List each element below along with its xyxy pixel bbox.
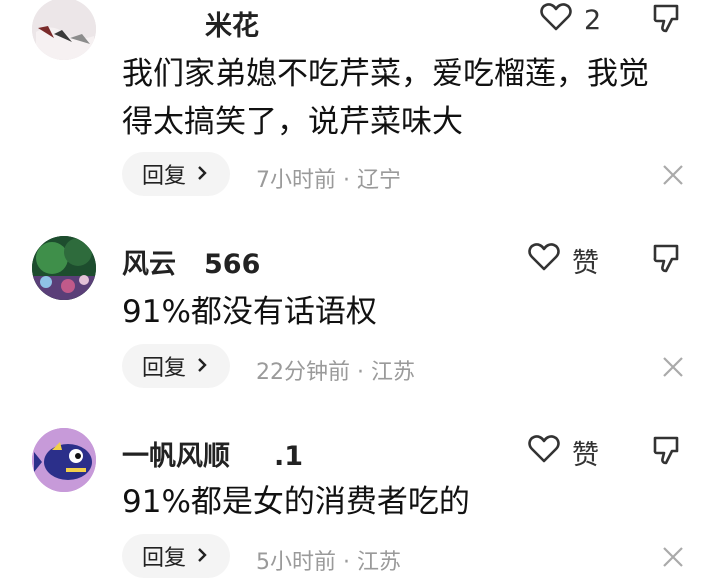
reply-label: 回复 [142,164,187,189]
comment-text-line: 91%都没有话语权 [122,294,377,330]
chevron-right-icon [196,544,208,569]
like-count: 2 [584,4,602,36]
username[interactable]: 风云 566 [122,242,260,281]
thumbs-down-icon [652,242,684,278]
location: 江苏 [357,550,402,575]
avatar-image [32,236,96,300]
heart-outline-icon [528,242,560,279]
reply-label: 回复 [142,546,187,571]
comment-text: 91%都是女的消费者吃的 [122,478,682,526]
comment-text: 我们家弟媳不吃芹菜，爱吃榴莲，我觉 得太搞笑了，说芹菜味大 [122,50,682,146]
reply-button[interactable]: 回复 [122,534,231,578]
comment-list: 米花 2 我们家弟媳不吃芹菜，爱吃榴莲，我觉 得太搞笑了，说芹菜味大 回复 7小… [0,0,720,578]
dislike-button[interactable] [650,0,686,40]
location: 辽宁 [357,168,402,193]
chevron-right-icon [196,354,208,379]
comment-meta: 22分钟前 · 江苏 [256,354,415,386]
thumbs-down-icon [652,2,684,38]
comment-text-line: 我们家弟媳不吃芹菜，爱吃榴莲，我觉 [122,56,649,92]
comment-item: 米花 2 我们家弟媳不吃芹菜，爱吃榴莲，我觉 得太搞笑了，说芹菜味大 回复 7小… [0,0,720,200]
separator: · [343,550,350,575]
comment-item: 一帆风顺 .1 赞 91%都是女的消费者吃的 回复 5小时前 · 江苏 [0,424,720,578]
separator: · [343,168,350,193]
comment-item: 风云 566 赞 91%都没有话语权 回复 22分钟前 · 江苏 [0,232,720,402]
username-name: 风云 [122,249,176,280]
avatar[interactable] [32,236,96,300]
avatar-image [32,428,96,492]
username[interactable]: 米花 [205,4,259,43]
comment-text-line: 得太搞笑了，说芹菜味大 [122,104,463,140]
chevron-right-icon [196,162,208,187]
heart-outline-icon [528,434,560,471]
comment-text-line: 91%都是女的消费者吃的 [122,484,470,520]
close-icon[interactable] [660,162,686,188]
comment-text: 91%都没有话语权 [122,288,682,336]
location: 江苏 [371,360,416,385]
reply-button[interactable]: 回复 [122,344,231,388]
like-button[interactable]: 赞 [528,432,599,472]
comment-meta: 5小时前 · 江苏 [256,544,401,576]
dislike-button[interactable] [650,432,686,472]
close-icon[interactable] [660,354,686,380]
timestamp: 22分钟前 [256,360,350,385]
avatar[interactable] [32,0,96,60]
username-name: 一帆风顺 [122,441,230,472]
timestamp: 5小时前 [256,550,336,575]
like-label: 赞 [572,439,599,471]
reply-label: 回复 [142,356,187,381]
comment-meta: 7小时前 · 辽宁 [256,162,401,194]
like-button[interactable]: 赞 [528,240,599,280]
like-button[interactable]: 2 [540,0,601,40]
avatar-image [32,0,96,60]
avatar[interactable] [32,428,96,492]
timestamp: 7小时前 [256,168,336,193]
username-suffix: 566 [204,249,261,280]
close-icon[interactable] [660,544,686,570]
reply-button[interactable]: 回复 [122,152,231,196]
like-label: 赞 [572,247,599,279]
thumbs-down-icon [652,434,684,470]
separator: · [357,360,364,385]
heart-outline-icon [540,2,572,39]
username[interactable]: 一帆风顺 .1 [122,434,303,473]
dislike-button[interactable] [650,240,686,280]
username-suffix: .1 [274,441,304,472]
